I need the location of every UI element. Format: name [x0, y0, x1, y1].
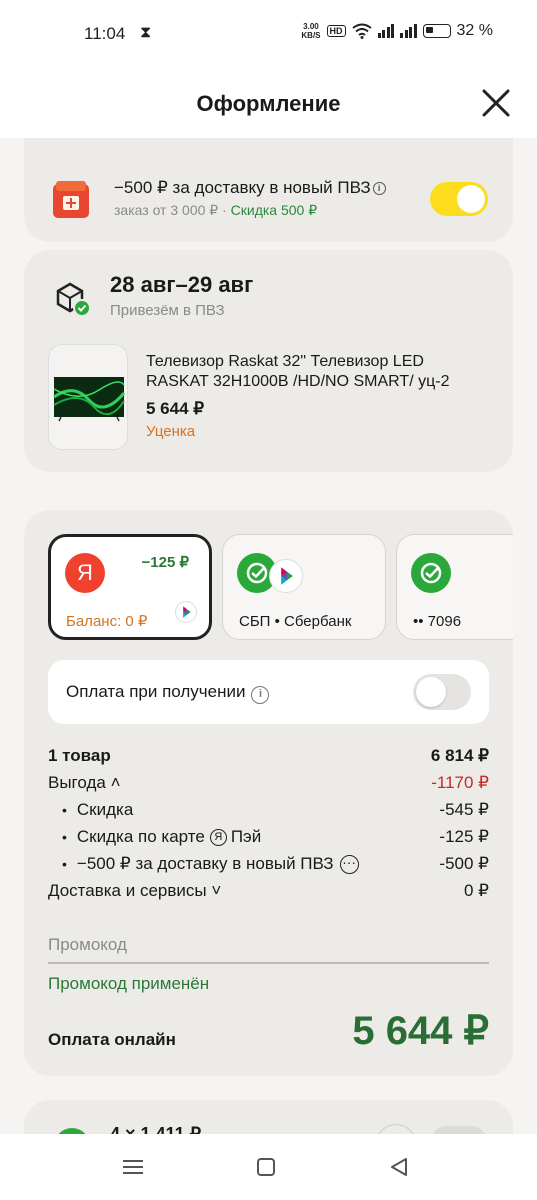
items-label: 1 товар [48, 746, 111, 765]
package-check-icon [56, 282, 91, 317]
pickup-discount-value: -500 ₽ [439, 854, 489, 873]
delivery-services-label[interactable]: Доставка и сервисы ˅ [48, 881, 221, 901]
bullet: • [62, 856, 67, 872]
network-speed-unit: KB/S [301, 31, 321, 40]
benefit-label[interactable]: Выгода ˄ [48, 773, 121, 793]
sbp-logo-icon [269, 559, 303, 593]
promo-subtitle: заказ от 3 000 ₽ · Скидка 500 ₽ [114, 202, 317, 219]
payment-method-yandex-balance[interactable]: Я −125 ₽ Баланс: 0 ₽ [48, 534, 212, 640]
more-icon[interactable]: ··· [339, 854, 359, 874]
items-value: 6 814 ₽ [430, 746, 489, 765]
cod-label: Оплата при получении i [66, 682, 270, 704]
info-icon[interactable]: i [251, 686, 270, 704]
summary-card-discount-row: • Скидка по карте Я Пэй -125 ₽ [48, 827, 489, 847]
sbp-badge-icon [175, 601, 197, 623]
product-image[interactable] [48, 344, 128, 450]
wifi-icon [351, 23, 372, 39]
delivery-date: 28 авг–29 авг [110, 272, 254, 297]
network-speed-value: 3.00 [303, 22, 319, 31]
pickup-discount-label: −500 ₽ за доставку в новый ПВЗ [76, 854, 334, 873]
close-icon[interactable] [481, 88, 511, 118]
status-icons: 3.00 KB/S HD 32 % [301, 22, 493, 40]
total-amount: 5 644 ₽ [352, 1009, 489, 1053]
card-number-label: •• 7096 [413, 613, 462, 630]
system-nav-bar [0, 1134, 537, 1200]
sbp-label: СБП • Сбербанк [239, 613, 352, 630]
menu-icon[interactable] [118, 1154, 148, 1180]
cash-on-delivery-option: Оплата при получении i [48, 660, 489, 724]
cod-label-text: Оплата при получении [66, 682, 246, 701]
balance-label: Баланс: 0 ₽ [66, 613, 148, 630]
cod-toggle[interactable] [413, 674, 471, 710]
hourglass-icon: ⧗ [140, 24, 152, 41]
delivery-subtitle: Привезём в ПВЗ [110, 302, 225, 319]
battery-icon [422, 24, 451, 38]
promo-card: −500 ₽ за доставку в новый ПВЗ i заказ от… [24, 138, 513, 242]
product-condition-tag: Уценка [146, 423, 196, 440]
pickup-point-icon [53, 181, 89, 218]
benefit-value: -1170 ₽ [431, 773, 489, 792]
payment-method-sbp-sberbank[interactable]: СБП • Сбербанк [222, 534, 386, 640]
signal-icon-2 [400, 24, 417, 38]
info-icon[interactable]: i [372, 182, 386, 195]
cashback-amount: −125 ₽ [141, 554, 190, 571]
bullet: • [62, 802, 67, 818]
bullet: • [62, 829, 67, 845]
delivery-services-value: 0 ₽ [464, 881, 489, 900]
yandex-pay-icon: Я [209, 828, 227, 846]
header: Оформление [0, 66, 537, 138]
card-discount-value: -125 ₽ [439, 827, 489, 846]
signal-icon [377, 24, 395, 38]
network-speed: 3.00 KB/S [301, 22, 320, 40]
summary-delivery-row[interactable]: Доставка и сервисы ˅ 0 ₽ [48, 881, 489, 901]
home-icon[interactable] [251, 1154, 281, 1180]
promo-title-text: −500 ₽ за доставку в новый ПВЗ [114, 178, 371, 197]
card-bank-logo-icon [411, 553, 451, 593]
status-bar: 11:04 ⧗ 3.00 KB/S HD 32 % [0, 0, 537, 66]
promo-applied-text: Промокод применён [48, 974, 210, 993]
summary-benefit-row[interactable]: Выгода ˄ -1170 ₽ [48, 773, 489, 793]
hd-icon: HD [326, 25, 346, 37]
product-price: 5 644 ₽ [146, 399, 205, 418]
yandex-logo-icon: Я [65, 553, 105, 593]
summary-items-row: 1 товар 6 814 ₽ [48, 746, 489, 766]
online-payment-label: Оплата онлайн [48, 1030, 176, 1049]
promo-title: −500 ₽ за доставку в новый ПВЗ i [114, 178, 386, 198]
promo-discount: Скидка 500 ₽ [230, 202, 318, 218]
payment-method-card-7096[interactable]: •• 7096 [396, 534, 513, 640]
product-name[interactable]: Телевизор Raskat 32" Телевизор LED RASKA… [146, 352, 486, 392]
discount-label: Скидка [76, 800, 134, 819]
summary-discount-row: • Скидка -545 ₽ [48, 800, 489, 820]
discount-value: -545 ₽ [439, 800, 489, 819]
battery-level: 32 % [456, 22, 493, 39]
back-icon[interactable] [384, 1154, 414, 1180]
page-title: Оформление [196, 91, 341, 116]
promo-toggle[interactable] [430, 182, 488, 216]
promo-condition: заказ от 3 000 ₽ · [114, 202, 227, 218]
tv-image [53, 377, 126, 422]
card-discount-label: Скидка по карте [76, 827, 205, 846]
status-time: 11:04 [84, 24, 126, 43]
card-discount-label-suffix: Пэй [230, 827, 262, 846]
payment-card: Я −125 ₽ Баланс: 0 ₽ СБП • Сбербанк •• 7… [24, 510, 513, 1076]
promo-code-input[interactable] [48, 928, 489, 964]
summary-pickup-discount-row: • −500 ₽ за доставку в новый ПВЗ ··· -500 … [48, 854, 489, 874]
delivery-card: 28 авг–29 авг Привезём в ПВЗ Телевизор R… [24, 250, 513, 472]
